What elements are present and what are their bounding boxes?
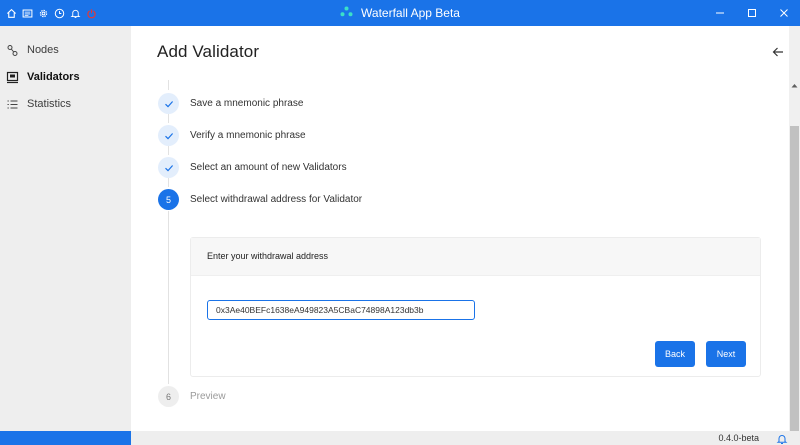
app-title: Waterfall App Beta <box>361 6 460 20</box>
sidebar-item-nodes[interactable]: Nodes <box>0 37 131 63</box>
check-icon <box>164 100 173 107</box>
withdrawal-address-input[interactable] <box>207 300 475 320</box>
card-heading: Enter your withdrawal address <box>207 251 329 261</box>
status-bar: 0.4.0-beta <box>131 431 800 445</box>
step-label: Select withdrawal address for Validator <box>190 194 363 205</box>
withdrawal-address-card: Enter your withdrawal address Back Next <box>190 237 761 377</box>
notification-bell-icon[interactable] <box>776 432 788 444</box>
page-title: Add Validator <box>157 42 260 61</box>
sidebar-item-label: Nodes <box>27 44 59 56</box>
stepper-connector <box>168 146 169 155</box>
sidebar-item-label: Statistics <box>27 98 72 110</box>
scrollbar[interactable] <box>789 26 800 431</box>
sidebar-item-validators[interactable]: Validators <box>0 64 131 90</box>
step-indicator-done <box>158 93 179 114</box>
nodes-icon <box>5 43 19 57</box>
step-label: Preview <box>190 391 226 402</box>
scrollbar-thumb[interactable] <box>790 126 799 431</box>
sidebar-item-label: Validators <box>27 71 80 83</box>
stepper-connector <box>168 211 169 384</box>
step-label: Save a mnemonic phrase <box>190 98 304 109</box>
scroll-up-icon[interactable] <box>789 80 800 90</box>
window-controls <box>704 0 800 26</box>
step-indicator-done <box>158 157 179 178</box>
statistics-icon <box>5 97 19 111</box>
app-version: 0.4.0-beta <box>718 433 759 443</box>
step-indicator-current: 5 <box>158 189 179 210</box>
main-content: Add Validator Save a mnemonic phrase Ver… <box>131 26 789 431</box>
status-bar-left <box>0 431 131 445</box>
step-indicator-done <box>158 125 179 146</box>
waterfall-logo-icon <box>340 6 353 20</box>
validators-icon <box>5 70 19 84</box>
sidebar-item-statistics[interactable]: Statistics <box>0 91 131 117</box>
back-button[interactable]: Back <box>655 341 695 367</box>
close-button[interactable] <box>768 0 800 26</box>
step-label: Verify a mnemonic phrase <box>190 130 306 141</box>
window-title: Waterfall App Beta <box>0 0 800 26</box>
sidebar: Nodes Validators Statistics <box>0 26 131 431</box>
stepper-connector <box>168 178 169 187</box>
stepper-connector <box>168 114 169 123</box>
back-arrow-icon[interactable] <box>770 44 786 60</box>
stepper-connector <box>168 80 169 90</box>
maximize-button[interactable] <box>736 0 768 26</box>
check-icon <box>164 164 173 171</box>
card-header: Enter your withdrawal address <box>191 238 760 276</box>
title-bar: Waterfall App Beta <box>0 0 800 26</box>
next-button[interactable]: Next <box>706 341 746 367</box>
check-icon <box>164 132 173 139</box>
minimize-button[interactable] <box>704 0 736 26</box>
step-indicator-pending: 6 <box>158 386 179 407</box>
step-label: Select an amount of new Validators <box>190 162 347 173</box>
